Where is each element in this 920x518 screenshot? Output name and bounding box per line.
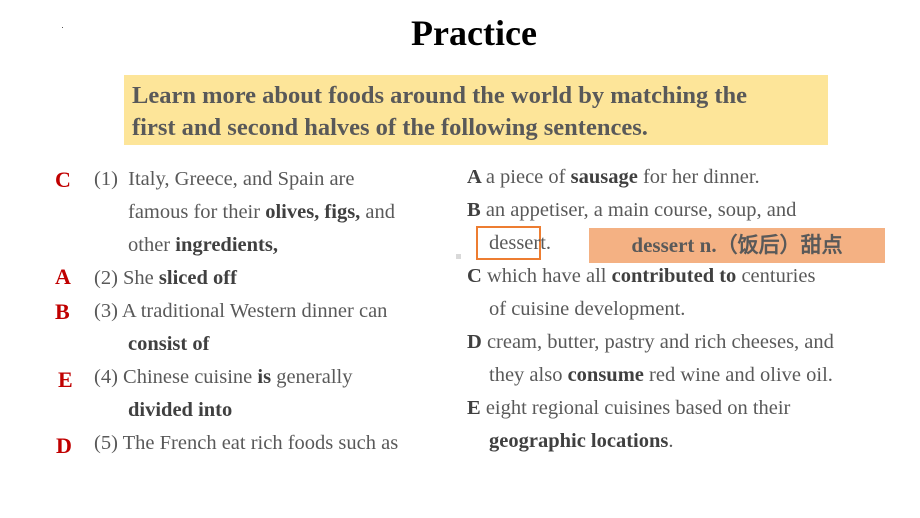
bold-phrase: consist of <box>128 333 210 355</box>
answer-1: C <box>55 167 71 192</box>
bold-phrase: sausage <box>570 166 638 188</box>
text-line: geographic locations. <box>467 425 790 458</box>
text-segment: cream, butter, pastry and rich cheeses, … <box>486 331 834 353</box>
text-line: D cream, butter, pastry and rich cheeses… <box>467 326 834 359</box>
text-segment: famous for their <box>128 201 266 223</box>
answer-3: B <box>55 299 70 324</box>
option-letter: C <box>467 265 487 287</box>
text-line: consist of <box>94 328 387 361</box>
text-line: A a piece of sausage for her dinner. <box>467 161 760 194</box>
text-segment: an appetiser, a main course, soup, and <box>485 199 797 221</box>
text-line: (4) Chinese cuisine is generally <box>94 361 352 394</box>
text-segment: of cuisine development. <box>489 298 686 320</box>
page-title: Practice <box>411 13 537 53</box>
option-c: C which have all contributed to centurie… <box>467 260 815 326</box>
bold-phrase: ingredients, <box>175 234 278 256</box>
text-line: (1) Italy, Greece, and Spain are <box>94 163 395 196</box>
boxed-word: dessert. <box>489 232 552 254</box>
text-line: B an appetiser, a main course, soup, and <box>467 194 796 227</box>
answer-4: E <box>58 367 73 392</box>
text-segment: (4) Chinese cuisine <box>94 366 258 388</box>
bold-phrase: consume <box>567 364 644 386</box>
question-5: (5) The French eat rich foods such as <box>94 427 398 460</box>
vocab-note: dessert n.（饭后）甜点 <box>589 228 885 263</box>
bold-phrase: contributed to <box>611 265 737 287</box>
question-2: (2) She sliced off <box>94 262 237 295</box>
text-line: they also consume red wine and olive oil… <box>467 359 834 392</box>
bold-phrase: divided into <box>128 399 233 421</box>
text-segment: which have all <box>486 265 612 287</box>
text-segment: they also <box>489 364 568 386</box>
bold-phrase: sliced off <box>158 267 237 289</box>
question-3: (3) A traditional Western dinner can cons… <box>94 295 387 361</box>
instruction-line: Learn more about foods around the world … <box>132 82 748 109</box>
text-segment: (1) Italy, Greece, and Spain are <box>94 168 355 190</box>
text-line: (5) The French eat rich foods such as <box>94 427 398 460</box>
text-line: divided into <box>94 394 352 427</box>
text-line: E eight regional cuisines based on their <box>467 392 790 425</box>
text-segment: centuries <box>736 265 816 287</box>
text-segment: . <box>668 430 674 452</box>
text-segment: other <box>128 234 176 256</box>
text-line: (2) She sliced off <box>94 262 237 295</box>
text-line: of cuisine development. <box>467 293 815 326</box>
instruction-banner: Learn more about foods around the world … <box>124 75 828 145</box>
text-segment: generally <box>271 366 353 388</box>
text-line: (3) A traditional Western dinner can <box>94 295 387 328</box>
option-letter: A <box>467 166 486 188</box>
text-segment: for her dinner. <box>637 166 760 188</box>
instruction-line: first and second halves of the following… <box>132 114 648 141</box>
option-a: A a piece of sausage for her dinner. <box>467 161 760 194</box>
text-segment: (3) A traditional Western dinner can <box>94 300 388 322</box>
bold-phrase: is <box>257 366 272 388</box>
option-e: E eight regional cuisines based on their… <box>467 392 790 458</box>
option-letter: B <box>467 199 486 221</box>
bold-phrase: olives, figs, <box>265 201 361 223</box>
text-segment: and <box>360 201 396 223</box>
text-segment: red wine and olive oil. <box>643 364 833 386</box>
small-square <box>456 254 461 259</box>
option-letter: E <box>467 397 486 419</box>
option-b: B an appetiser, a main course, soup, and <box>467 194 796 227</box>
answer-5: D <box>56 433 72 458</box>
question-1: (1) Italy, Greece, and Spain are famous f… <box>94 163 395 262</box>
option-letter: D <box>467 331 487 353</box>
text-segment: (5) The French eat rich foods such as <box>94 432 399 454</box>
text-line: C which have all contributed to centurie… <box>467 260 815 293</box>
question-4: (4) Chinese cuisine is generally divided … <box>94 361 352 427</box>
text-segment: (2) She <box>94 267 159 289</box>
text-segment: eight regional cuisines based on their <box>485 397 791 419</box>
bold-phrase: geographic locations <box>489 430 669 452</box>
text-line: famous for their olives, figs, and <box>94 196 395 229</box>
vocab-cn: （饭后）甜点 <box>716 233 843 257</box>
vocab-en: dessert n. <box>631 233 717 257</box>
answer-2: A <box>55 264 71 289</box>
option-d: D cream, butter, pastry and rich cheeses… <box>467 326 834 392</box>
text-segment: a piece of <box>485 166 571 188</box>
text-line: other ingredients, <box>94 229 395 262</box>
